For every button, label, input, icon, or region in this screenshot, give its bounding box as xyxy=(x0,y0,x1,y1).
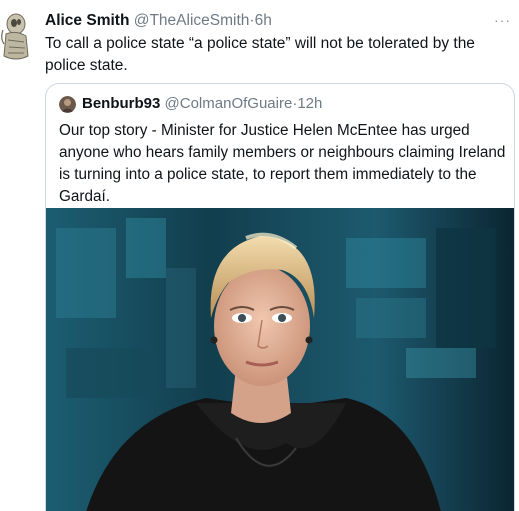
ladybird-avatar-icon[interactable] xyxy=(0,8,36,64)
quoted-author-name[interactable]: Benburb93 xyxy=(82,94,160,114)
quoted-author-avatar[interactable] xyxy=(59,95,76,113)
tweet-timestamp[interactable]: 6h xyxy=(255,12,272,29)
tweet[interactable]: ··· Alice Smith @TheAliceSmith·6h To cal… xyxy=(0,0,519,511)
more-options-icon[interactable]: ··· xyxy=(494,12,511,28)
quoted-tweet-timestamp[interactable]: 12h xyxy=(297,94,322,114)
author-handle[interactable]: @TheAliceSmith xyxy=(134,12,250,29)
quoted-tweet[interactable]: Benburb93 @ColmanOfGuaire · 12h Our top st… xyxy=(45,83,515,511)
news-anchor-photo[interactable] xyxy=(46,208,514,511)
quoted-tweet-text: Our top story - Minister for Justice Hel… xyxy=(59,122,506,205)
tweet-header: Alice Smith @TheAliceSmith·6h xyxy=(45,11,272,31)
quoted-tweet-header: Benburb93 @ColmanOfGuaire · 12h xyxy=(59,94,322,114)
author-name[interactable]: Alice Smith xyxy=(45,12,129,29)
tweet-text: To call a police state “a police state” … xyxy=(45,35,475,74)
quoted-author-handle[interactable]: @ColmanOfGuaire xyxy=(165,94,293,114)
